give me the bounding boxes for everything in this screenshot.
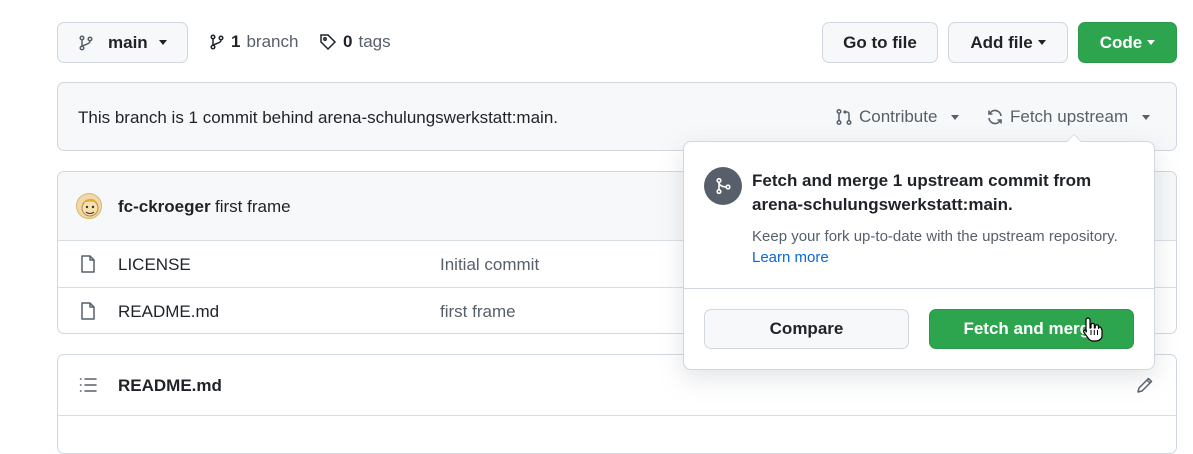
fetch-and-merge-button[interactable]: Fetch and merge (929, 309, 1134, 349)
pencil-icon[interactable] (1136, 376, 1154, 394)
chevron-down-icon (1147, 40, 1156, 45)
tags-label: tags (358, 32, 391, 51)
add-file-button[interactable]: Add file (948, 22, 1068, 63)
branch-select-button[interactable]: main (57, 22, 188, 63)
file-name[interactable]: README.md (118, 302, 219, 322)
fork-status-message: This branch is 1 commit behind arena-sch… (78, 108, 558, 127)
go-to-file-button[interactable]: Go to file (822, 22, 938, 63)
branches-label: branch (246, 32, 299, 51)
add-file-label: Add file (970, 32, 1033, 52)
popover-description: Keep your fork up-to-date with the upstr… (752, 228, 1118, 245)
hand-cursor-icon (1081, 316, 1103, 347)
git-pull-request-icon (835, 108, 853, 126)
file-icon (80, 302, 96, 320)
file-name[interactable]: LICENSE (118, 255, 191, 275)
list-unordered-icon[interactable] (79, 377, 97, 393)
code-label: Code (1099, 32, 1143, 52)
learn-more-link[interactable]: Learn more (752, 249, 829, 266)
branches-link[interactable]: 1 branch (209, 31, 298, 53)
chevron-down-icon (1037, 40, 1046, 45)
commit-message[interactable]: first frame (215, 197, 291, 217)
branch-name: main (108, 32, 148, 52)
file-commit-message[interactable]: Initial commit (440, 255, 539, 275)
fetch-upstream-label: Fetch upstream (1010, 107, 1129, 126)
contribute-button[interactable]: Contribute (835, 107, 960, 127)
chevron-down-icon (951, 114, 960, 120)
git-branch-icon (209, 34, 225, 50)
tags-count: 0 (343, 32, 353, 51)
git-branch-icon (78, 34, 94, 51)
file-icon (80, 255, 96, 273)
popover-title: Fetch and merge 1 upstream commit from a… (752, 171, 1092, 214)
file-commit-message[interactable]: first frame (440, 302, 516, 322)
chevron-down-icon (1142, 114, 1151, 120)
sync-icon (986, 108, 1004, 126)
git-merge-icon (704, 167, 742, 205)
chevron-down-icon (158, 40, 167, 45)
fetch-upstream-button[interactable]: Fetch upstream (986, 107, 1151, 127)
compare-button[interactable]: Compare (704, 309, 909, 349)
commit-author[interactable]: fc-ckroeger (118, 197, 211, 217)
popover-divider (684, 288, 1154, 289)
tags-link[interactable]: 0 tags (319, 31, 391, 53)
branches-count: 1 (231, 32, 241, 51)
avatar (76, 193, 102, 219)
readme-title[interactable]: README.md (118, 376, 222, 396)
tag-icon (319, 33, 337, 51)
contribute-label: Contribute (859, 107, 938, 126)
code-button[interactable]: Code (1078, 22, 1177, 63)
